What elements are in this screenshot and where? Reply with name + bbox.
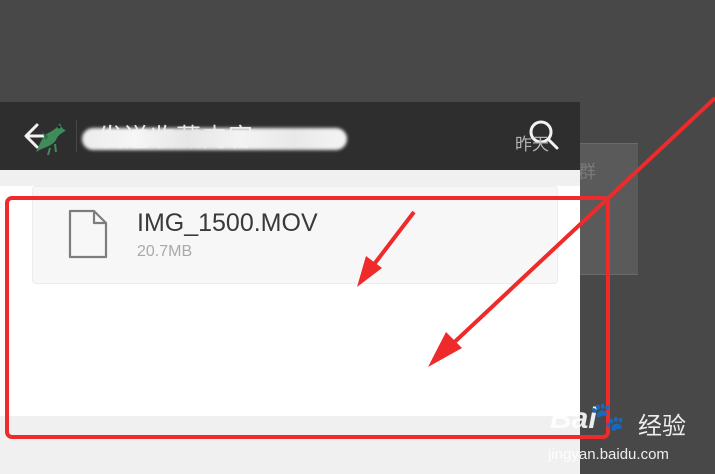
paw-icon: 🐾: [590, 401, 625, 432]
file-size: 20.7MB: [137, 243, 193, 260]
item-date: 昨天: [515, 135, 549, 154]
watermark-brand-suffix: 经验: [638, 413, 686, 440]
baidu-jingyan-watermark: Bai 🐾 经验 jingyan.baidu.com: [538, 400, 708, 470]
watermark-url: jingyan.baidu.com: [548, 446, 669, 463]
background-chat-text: 群: [578, 162, 596, 182]
header-divider: [76, 120, 77, 152]
document-icon: [67, 209, 109, 259]
sender-name-blurred: [82, 128, 347, 150]
file-name: IMG_1500.MOV: [137, 209, 318, 237]
file-attachment[interactable]: IMG_1500.MOV 20.7MB: [32, 186, 558, 284]
dragon-avatar-icon: [36, 123, 66, 156]
send-favorites-panel: 发送收藏内容: [0, 102, 580, 474]
avatar: [30, 118, 70, 158]
